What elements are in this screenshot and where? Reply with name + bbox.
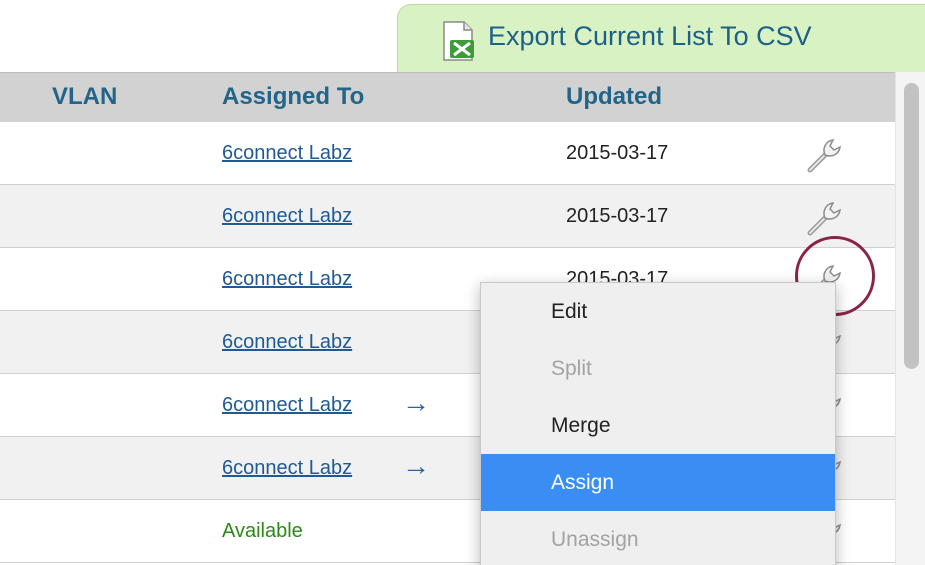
menu-item-unassign: Unassign — [551, 528, 639, 551]
wrench-icon[interactable] — [806, 136, 844, 174]
context-menu: Edit Split Merge Assign Unassign — [480, 282, 836, 565]
assigned-to-link[interactable]: 6connect Labz — [222, 457, 352, 480]
assigned-to-link[interactable]: 6connect Labz — [222, 394, 352, 417]
assigned-to-link[interactable]: 6connect Labz — [222, 205, 352, 228]
updated-date: 2015-03-17 — [566, 142, 669, 164]
table-row: 6connect Labz 2015-03-17 — [0, 185, 895, 248]
column-header-vlan[interactable]: VLAN — [52, 83, 117, 111]
menu-item-merge[interactable]: Merge — [481, 397, 835, 454]
menu-item-split: Split — [551, 357, 592, 380]
available-status: Available — [222, 520, 303, 542]
updated-date: 2015-03-17 — [566, 205, 669, 227]
csv-export-icon[interactable] — [438, 20, 480, 62]
export-csv-button[interactable]: Export Current List To CSV — [488, 21, 812, 52]
table-header: VLAN Assigned To Updated — [0, 72, 895, 122]
menu-item-edit[interactable]: Edit — [481, 283, 835, 340]
column-header-assigned-to[interactable]: Assigned To — [222, 83, 364, 111]
assigned-to-link[interactable]: 6connect Labz — [222, 142, 352, 165]
wrench-icon[interactable] — [806, 199, 844, 237]
scrollbar-thumb[interactable] — [904, 83, 919, 369]
assigned-to-link[interactable]: 6connect Labz — [222, 331, 352, 354]
menu-item-assign[interactable]: Assign — [481, 454, 835, 511]
table-row: 6connect Labz 2015-03-17 — [0, 122, 895, 185]
column-header-updated[interactable]: Updated — [566, 83, 662, 111]
right-arrow-icon: → — [402, 387, 430, 418]
right-arrow-icon: → — [402, 450, 430, 481]
assigned-to-link[interactable]: 6connect Labz — [222, 268, 352, 291]
